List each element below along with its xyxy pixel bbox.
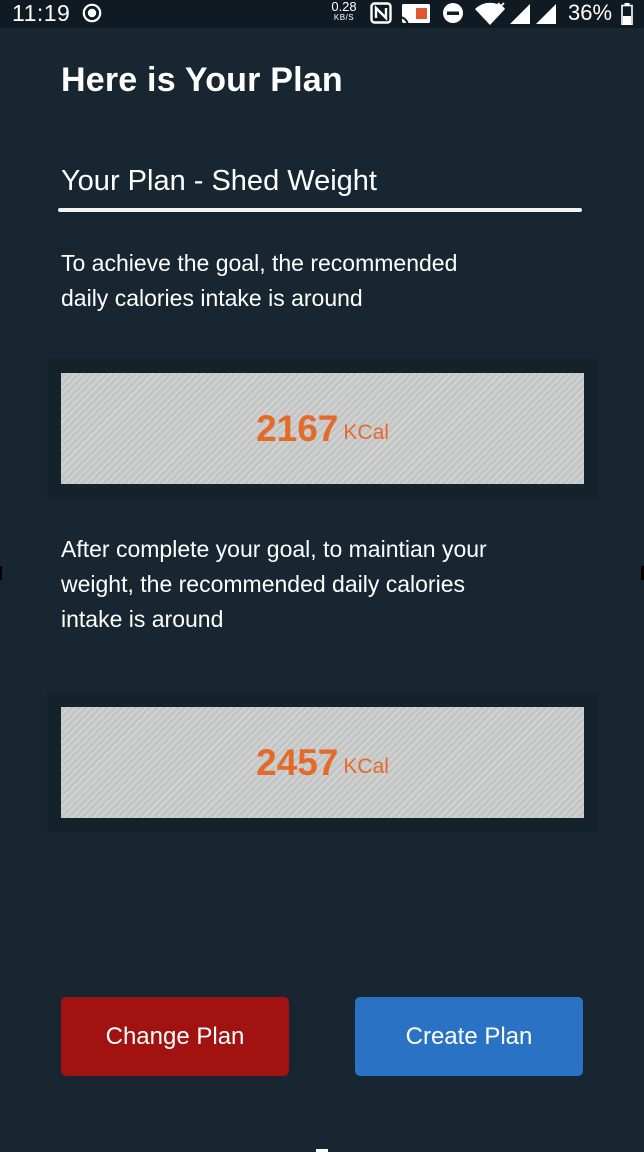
page-title: Here is Your Plan <box>61 61 343 99</box>
maintain-calories-card: 2457 KCal <box>61 707 584 818</box>
battery-percent: 36% <box>568 0 613 25</box>
signal-icon <box>508 2 558 31</box>
maintain-calories-unit: KCal <box>343 754 389 778</box>
left-edge-mark <box>0 566 2 580</box>
nfc-icon <box>370 2 392 29</box>
record-icon <box>82 3 102 23</box>
battery-icon <box>621 3 633 30</box>
goal-calories-card: 2167 KCal <box>61 373 584 484</box>
status-time: 11:19 <box>12 0 71 26</box>
goal-calories-unit: KCal <box>343 420 389 444</box>
goal-description: To achieve the goal, the recommended dai… <box>61 250 458 311</box>
network-speed: 0.28 KB/S <box>328 0 360 23</box>
maintain-calories-value: 2457 <box>256 741 339 783</box>
wifi-icon <box>474 2 506 31</box>
plan-name: Your Plan - Shed Weight <box>61 165 377 197</box>
do-not-disturb-icon <box>442 2 464 29</box>
status-bar: 11:19 0.28 KB/S 36% <box>0 0 644 28</box>
plan-name-underline <box>58 208 582 212</box>
create-plan-button[interactable]: Create Plan <box>355 997 583 1076</box>
maintain-description: After complete your goal, to maintian yo… <box>61 536 487 632</box>
goal-calories-value: 2167 <box>256 407 339 449</box>
cast-icon <box>398 2 433 31</box>
network-speed-value: 0.28 <box>331 0 357 14</box>
change-plan-button[interactable]: Change Plan <box>61 997 289 1076</box>
network-speed-unit: KB/S <box>333 13 355 22</box>
